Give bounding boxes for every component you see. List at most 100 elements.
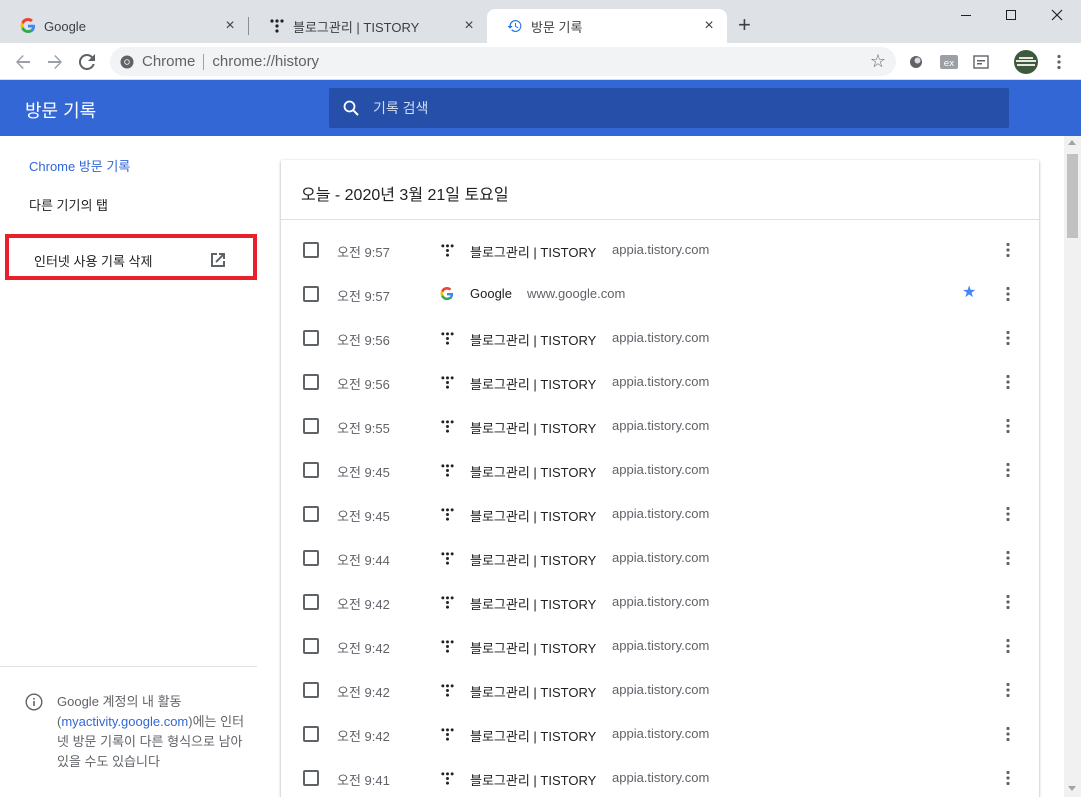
page-title-link[interactable]: 블로그관리 | TISTORY [470, 374, 596, 393]
page-title-link[interactable]: 블로그관리 | TISTORY [470, 594, 596, 613]
extension-circle-icon[interactable] [907, 53, 925, 71]
page-title-link[interactable]: 블로그관리 | TISTORY [470, 418, 596, 437]
tistory-icon [269, 18, 285, 34]
history-row[interactable]: 오전 9:57 블로그관리 | TISTORY appia.tistory.com [281, 228, 1039, 272]
more-vert-icon[interactable] [1050, 53, 1068, 71]
history-row[interactable]: 오전 9:42 블로그관리 | TISTORY appia.tistory.com [281, 712, 1039, 756]
history-row[interactable]: 오전 9:45 블로그관리 | TISTORY appia.tistory.com [281, 492, 1039, 536]
history-row[interactable]: 오전 9:56 블로그관리 | TISTORY appia.tistory.com [281, 360, 1039, 404]
page-title-link[interactable]: 블로그관리 | TISTORY [470, 506, 596, 525]
site-domain: appia.tistory.com [612, 770, 710, 785]
more-actions-icon[interactable] [999, 548, 1017, 568]
search-input[interactable] [373, 100, 973, 116]
page-title-link[interactable]: 블로그관리 | TISTORY [470, 462, 596, 481]
scroll-thumb[interactable] [1067, 154, 1078, 238]
select-checkbox[interactable] [303, 462, 319, 478]
page-title-link[interactable]: 블로그관리 | TISTORY [470, 550, 596, 569]
extension-ex-icon[interactable]: ex [940, 53, 958, 71]
page-title-link[interactable]: 블로그관리 | TISTORY [470, 770, 596, 789]
select-checkbox[interactable] [303, 770, 319, 786]
sidebar-item-other-devices[interactable]: 다른 기기의 탭 [29, 195, 108, 214]
select-checkbox[interactable] [303, 638, 319, 654]
history-row[interactable]: 오전 9:41 블로그관리 | TISTORY appia.tistory.com [281, 756, 1039, 797]
clear-browsing-data-highlight: 인터넷 사용 기록 삭제 [5, 234, 257, 280]
select-checkbox[interactable] [303, 286, 319, 302]
chrome-icon [120, 55, 134, 69]
more-actions-icon[interactable] [999, 592, 1017, 612]
select-checkbox[interactable] [303, 330, 319, 346]
close-window-button[interactable] [1042, 4, 1072, 26]
more-actions-icon[interactable] [999, 504, 1017, 524]
my-activity-link[interactable]: myactivity.google.com [61, 714, 188, 729]
more-actions-icon[interactable] [999, 416, 1017, 436]
maximize-button[interactable] [996, 4, 1026, 26]
history-row[interactable]: 오전 9:42 블로그관리 | TISTORY appia.tistory.com [281, 580, 1039, 624]
new-tab-button[interactable]: + [738, 14, 751, 36]
forward-button[interactable] [44, 51, 66, 73]
tistory-icon [439, 682, 455, 698]
select-checkbox[interactable] [303, 242, 319, 258]
select-checkbox[interactable] [303, 594, 319, 610]
history-row[interactable]: 오전 9:45 블로그관리 | TISTORY appia.tistory.com [281, 448, 1039, 492]
tab-tistory[interactable]: 블로그관리 | TISTORY × [249, 9, 487, 43]
history-row[interactable]: 오전 9:42 블로그관리 | TISTORY appia.tistory.com [281, 668, 1039, 712]
more-actions-icon[interactable] [999, 284, 1017, 304]
page-title-link[interactable]: 블로그관리 | TISTORY [470, 726, 596, 745]
more-actions-icon[interactable] [999, 724, 1017, 744]
history-row[interactable]: 오전 9:42 블로그관리 | TISTORY appia.tistory.com [281, 624, 1039, 668]
select-checkbox[interactable] [303, 726, 319, 742]
extension-reader-icon[interactable] [972, 53, 990, 71]
info-icon [25, 693, 43, 711]
history-row[interactable]: 오전 9:44 블로그관리 | TISTORY appia.tistory.com [281, 536, 1039, 580]
page-title-link[interactable]: 블로그관리 | TISTORY [470, 682, 596, 701]
visit-time: 오전 9:41 [337, 773, 390, 788]
search-box[interactable] [329, 88, 1009, 128]
more-actions-icon[interactable] [999, 240, 1017, 260]
more-actions-icon[interactable] [999, 636, 1017, 656]
reload-button[interactable] [76, 51, 98, 73]
open-in-new-icon[interactable] [209, 251, 227, 269]
more-actions-icon[interactable] [999, 372, 1017, 392]
more-actions-icon[interactable] [999, 768, 1017, 788]
back-button[interactable] [12, 51, 34, 73]
history-row[interactable]: 오전 9:55 블로그관리 | TISTORY appia.tistory.com [281, 404, 1039, 448]
card-header: 오늘 - 2020년 3월 21일 토요일 [281, 160, 1039, 220]
more-actions-icon[interactable] [999, 460, 1017, 480]
page-title-link[interactable]: 블로그관리 | TISTORY [470, 242, 596, 261]
minimize-button[interactable] [951, 4, 981, 26]
visit-time: 오전 9:57 [337, 289, 390, 304]
page-title-link[interactable]: Google [470, 286, 512, 301]
select-checkbox[interactable] [303, 506, 319, 522]
history-header: 방문 기록 [0, 80, 1081, 136]
close-icon[interactable]: × [701, 18, 717, 34]
bookmark-star-icon[interactable]: ☆ [870, 52, 886, 70]
select-checkbox[interactable] [303, 374, 319, 390]
history-row[interactable]: 오전 9:57 Google www.google.com ★ [281, 272, 1039, 316]
scroll-down-arrow[interactable] [1068, 786, 1076, 791]
scrollbar[interactable] [1064, 136, 1081, 797]
more-actions-icon[interactable] [999, 680, 1017, 700]
select-checkbox[interactable] [303, 418, 319, 434]
page-title: 방문 기록 [25, 101, 97, 121]
reload-icon [79, 54, 95, 70]
url-text[interactable]: chrome://history [212, 53, 319, 70]
address-bar[interactable]: Chrome chrome://history ☆ [110, 47, 896, 76]
clear-browsing-data-link[interactable]: 인터넷 사용 기록 삭제 [34, 251, 152, 270]
sidebar-item-chrome-history[interactable]: Chrome 방문 기록 [29, 156, 130, 175]
close-icon[interactable]: × [222, 18, 238, 34]
avatar[interactable] [1014, 50, 1038, 74]
tab-google[interactable]: Google × [0, 9, 248, 43]
select-checkbox[interactable] [303, 682, 319, 698]
page-title-link[interactable]: 블로그관리 | TISTORY [470, 638, 596, 657]
footer-text: Google 계정의 내 활동 (myactivity.google.com)에… [57, 692, 247, 772]
page-title-link[interactable]: 블로그관리 | TISTORY [470, 330, 596, 349]
tab-history[interactable]: 방문 기록 × [487, 9, 727, 43]
tistory-icon [439, 638, 455, 654]
history-row[interactable]: 오전 9:56 블로그관리 | TISTORY appia.tistory.com [281, 316, 1039, 360]
site-domain: appia.tistory.com [612, 330, 710, 345]
scroll-up-arrow[interactable] [1068, 140, 1076, 145]
close-icon[interactable]: × [461, 18, 477, 34]
select-checkbox[interactable] [303, 550, 319, 566]
site-domain: appia.tistory.com [612, 594, 710, 609]
more-actions-icon[interactable] [999, 328, 1017, 348]
